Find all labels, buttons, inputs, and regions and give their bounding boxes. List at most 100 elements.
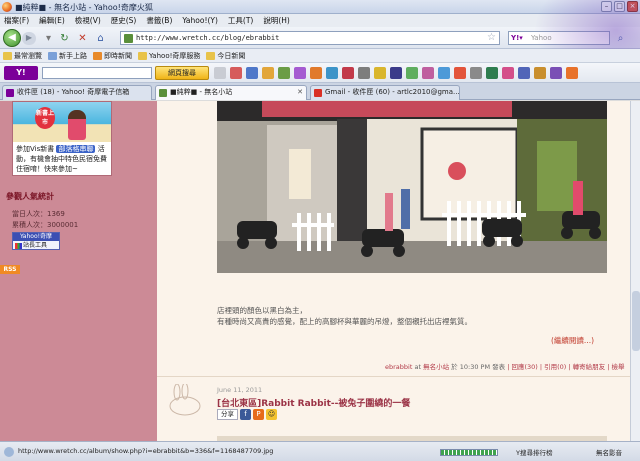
menu-file[interactable]: 檔案(F) <box>4 15 29 26</box>
blog-relay-tag[interactable]: 部落格串聯 <box>56 145 96 153</box>
post-action-links[interactable]: | 回應(30) | 引用(0) | 轉寄給朋友 | 檢舉 <box>507 363 624 371</box>
gmail-icon <box>314 89 322 97</box>
share-bar: 分享 f P ☺ <box>217 409 277 420</box>
back-button[interactable]: ◀ <box>3 29 21 47</box>
shop-photo[interactable] <box>217 101 607 273</box>
web-search-button[interactable]: 網頁搜尋 <box>155 66 209 80</box>
yahoo-logo[interactable]: Y! <box>4 66 38 80</box>
toolbar-icon[interactable] <box>374 67 386 79</box>
toolbar-icon[interactable] <box>342 67 354 79</box>
read-more-link[interactable]: (繼續閱讀...) <box>551 335 594 346</box>
minimize-button[interactable]: – <box>601 1 612 12</box>
search-box[interactable]: Y!▾ Yahoo <box>508 31 610 45</box>
menu-help[interactable]: 說明(H) <box>263 15 290 26</box>
menu-tools[interactable]: 工具(T) <box>228 15 253 26</box>
toolbar-icon[interactable] <box>454 67 466 79</box>
toolbar-icon[interactable] <box>566 67 578 79</box>
toolbar-icon[interactable] <box>518 67 530 79</box>
toolbar-icon[interactable] <box>214 67 226 79</box>
post-title-link[interactable]: [台北東區]Rabbit Rabbit--被兔子圍繞的一餐 <box>217 396 410 409</box>
tab-blog[interactable]: ■純粹■ - 無名小站 ✕ <box>155 85 307 100</box>
mail-icon[interactable] <box>246 67 258 79</box>
yahoo-webmaster-tools-badge[interactable]: Yahoo!奇摩 站長工具 <box>12 232 60 250</box>
site-link[interactable]: 無名小站 <box>423 363 449 371</box>
toolbar-icon[interactable] <box>550 67 562 79</box>
tab-yahoo-mail[interactable]: 收件匣 (18) - Yahoo! 奇摩電子信箱 <box>2 85 152 100</box>
post-meta: ebrabbit at 無名小站 於 10:30 PM 發表 | 回應(30) … <box>385 363 625 371</box>
address-bar[interactable]: http://www.wretch.cc/blog/ebrabbit ☆ <box>120 31 500 45</box>
plurk-icon[interactable]: P <box>253 409 264 420</box>
close-tab-icon[interactable]: ✕ <box>297 86 303 99</box>
menu-bookmarks[interactable]: 書籤(B) <box>146 15 172 26</box>
book-ad-banner[interactable]: 新書上市 參加Vis新書 部落格串聯 活動，有機會抽中特色民宿免費住宿唷！快來參… <box>12 101 112 176</box>
forward-button[interactable]: ▶ <box>22 32 36 45</box>
toolbar-icon[interactable] <box>470 67 482 79</box>
reload-icon[interactable]: ↻ <box>58 32 71 45</box>
toolbar-icon[interactable] <box>486 67 498 79</box>
toolbar-icons <box>214 67 578 79</box>
sidebar: 新書上市 參加Vis新書 部落格串聯 活動，有機會抽中特色民宿免費住宿唷！快來參… <box>0 101 157 441</box>
total-visits: 累積人次：3000001 <box>12 221 79 229</box>
toolbar-icon[interactable] <box>358 67 370 79</box>
status-globe-icon <box>4 447 14 457</box>
dropdown-arrow-icon[interactable]: ▾ <box>42 32 55 45</box>
bookmark-yahoo-services[interactable]: Yahoo!奇摩服務 <box>138 51 200 61</box>
search-input[interactable]: Yahoo <box>531 34 552 42</box>
bar-chart-icon <box>15 243 22 249</box>
wretch-video-link[interactable]: 無名影音 <box>596 447 622 457</box>
ad-text: 參加Vis新書 部落格串聯 活動，有機會抽中特色民宿免費住宿唷！快來參加~ <box>16 145 107 173</box>
toolbar-icon[interactable] <box>230 67 242 79</box>
yahoo-search-icon: Y!▾ <box>511 34 523 42</box>
menu-history[interactable]: 歷史(S) <box>111 15 137 26</box>
wretch-icon <box>159 89 167 97</box>
toolbar-icon[interactable] <box>438 67 450 79</box>
post-divider <box>157 376 630 377</box>
maximize-button[interactable]: □ <box>614 1 625 12</box>
tab-gmail[interactable]: Gmail - 收件匣 (60) - artlc2010@gma... <box>310 85 460 100</box>
stop-icon[interactable]: ✕ <box>76 32 89 45</box>
search-go-icon[interactable]: ⌕ <box>614 32 627 45</box>
page-scrollbar[interactable] <box>630 101 640 441</box>
toolbar-icon[interactable] <box>262 67 274 79</box>
folder-icon <box>138 51 147 60</box>
load-progress-fill <box>441 450 497 455</box>
toolbar-icon[interactable] <box>294 67 306 79</box>
menu-yahoo[interactable]: Yahoo!(Y) <box>182 16 218 25</box>
bookmark-most-visited[interactable]: 最常瀏覽 <box>3 51 42 61</box>
toolbar-icon[interactable] <box>326 67 338 79</box>
bookmark-today-news[interactable]: 今日新聞 <box>206 51 245 61</box>
toolbar-icon[interactable] <box>390 67 402 79</box>
author-link[interactable]: ebrabbit <box>385 363 412 371</box>
page-icon <box>48 51 57 60</box>
home-icon[interactable]: ⌂ <box>94 32 107 45</box>
address-input[interactable]: http://www.wretch.cc/blog/ebrabbit <box>136 34 279 42</box>
bookmark-star-icon[interactable]: ☆ <box>487 32 496 43</box>
shop-photo-drawing <box>217 101 607 273</box>
firefox-icon <box>2 2 12 12</box>
status-bar: http://www.wretch.cc/album/show.php?i=eb… <box>0 441 640 461</box>
toolbar-icon[interactable] <box>534 67 546 79</box>
toolbar-icon[interactable] <box>278 67 290 79</box>
bookmark-getting-started[interactable]: 新手上路 <box>48 51 87 61</box>
tab-bar: 收件匣 (18) - Yahoo! 奇摩電子信箱 ■純粹■ - 無名小站 ✕ G… <box>0 83 640 100</box>
toolbar-icon[interactable] <box>310 67 322 79</box>
toolbar-icon[interactable] <box>406 67 418 79</box>
facebook-icon[interactable]: f <box>240 409 251 420</box>
bookmark-news[interactable]: 即時新聞 <box>93 51 132 61</box>
close-button[interactable]: × <box>627 1 638 12</box>
menu-edit[interactable]: 編輯(E) <box>39 15 65 26</box>
toolbar-icon[interactable] <box>422 67 434 79</box>
toolbar-icon[interactable] <box>502 67 514 79</box>
window-titlebar: ■純粹■ - 無名小站 - Yahoo!奇摩火狐 – □ × <box>0 0 640 14</box>
emoji-icon[interactable]: ☺ <box>266 409 277 420</box>
yahoo-mail-icon <box>6 89 14 97</box>
yahoo-search-rank-link[interactable]: Y搜尋排行榜 <box>516 447 552 457</box>
yahoo-search-input[interactable] <box>42 67 152 79</box>
beach-image <box>13 102 111 142</box>
navigation-toolbar: ◀ ▶ ▾ ↻ ✕ ⌂ http://www.wretch.cc/blog/eb… <box>0 27 640 49</box>
page-content: 新書上市 參加Vis新書 部落格串聯 活動，有機會抽中特色民宿免費住宿唷！快來參… <box>0 101 640 441</box>
share-button[interactable]: 分享 <box>217 409 238 420</box>
rss-button[interactable]: RSS <box>0 265 20 274</box>
menu-view[interactable]: 檢視(V) <box>75 15 101 26</box>
scrollbar-thumb[interactable] <box>632 291 640 351</box>
